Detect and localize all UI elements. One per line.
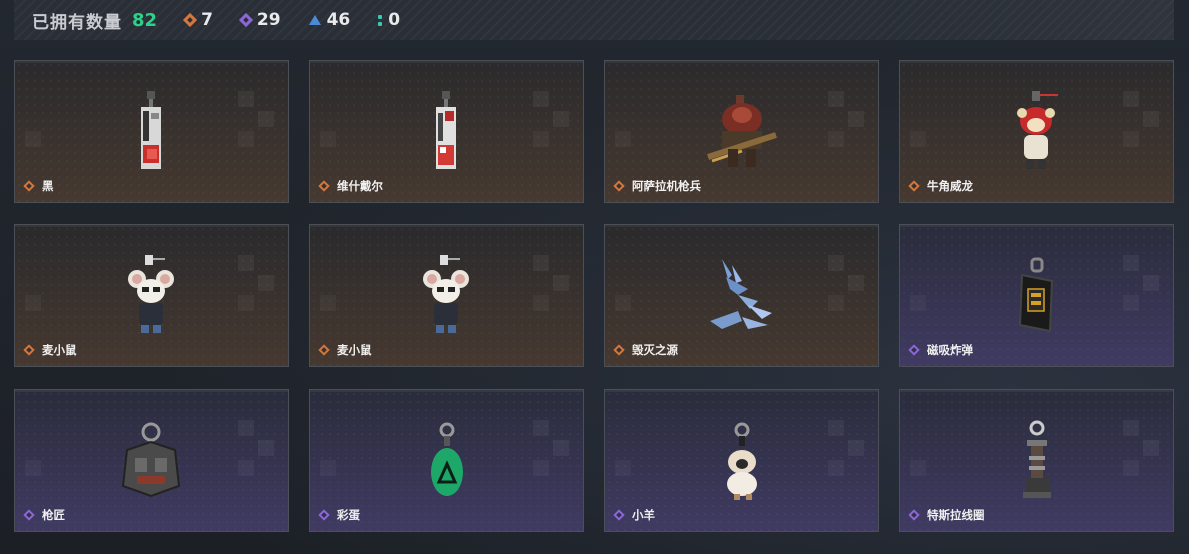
item-name: 磁吸炸弹 bbox=[927, 343, 973, 357]
orange-diamond-icon bbox=[318, 344, 330, 356]
purple-diamond-icon bbox=[318, 509, 330, 521]
owned-label: 已拥有数量 bbox=[32, 12, 122, 33]
orange-diamond-icon bbox=[613, 344, 625, 356]
purple-diamond-icon bbox=[613, 509, 625, 521]
item-card[interactable]: 小羊 bbox=[604, 389, 879, 532]
owned-count: 82 bbox=[132, 9, 158, 31]
purple-diamond-icon bbox=[908, 344, 920, 356]
item-card[interactable]: 黑 bbox=[14, 60, 289, 203]
purple-diamond-icon bbox=[23, 509, 35, 521]
item-name: 牛角威龙 bbox=[927, 179, 973, 193]
tesla-coil-keychain-icon bbox=[1022, 420, 1051, 498]
orange-diamond-icon bbox=[23, 180, 35, 192]
item-card[interactable]: 枪匠 bbox=[14, 389, 289, 532]
item-card[interactable]: 麦小鼠 bbox=[14, 224, 289, 367]
item-name: 毁灭之源 bbox=[632, 343, 678, 357]
crystal-dragon-icon bbox=[709, 259, 772, 329]
item-name: 阿萨拉机枪兵 bbox=[632, 179, 701, 193]
item-name: 彩蛋 bbox=[337, 508, 360, 522]
item-name: 小羊 bbox=[632, 508, 655, 522]
item-name: 维什戴尔 bbox=[337, 179, 383, 193]
card-pendant-icon bbox=[435, 91, 456, 169]
purple-diamond-icon bbox=[908, 509, 920, 521]
item-name: 麦小鼠 bbox=[42, 343, 77, 357]
item-card[interactable]: 毁灭之源 bbox=[604, 224, 879, 367]
item-card[interactable]: 阿萨拉机枪兵 bbox=[604, 60, 879, 203]
item-name: 枪匠 bbox=[42, 508, 65, 522]
armor-keychain-icon bbox=[121, 422, 180, 498]
stat-purple-value: 29 bbox=[256, 10, 281, 30]
item-card[interactable]: 彩蛋 bbox=[309, 389, 584, 532]
stat-teal-value: 0 bbox=[388, 10, 401, 30]
egg-keychain-icon bbox=[430, 422, 463, 496]
sheep-keychain-icon bbox=[726, 422, 757, 500]
owned-summary-bar: 已拥有数量 82 7 29 46 0 bbox=[14, 0, 1174, 40]
orange-diamond-icon bbox=[23, 344, 35, 356]
card-pendant-icon bbox=[140, 91, 161, 169]
item-name: 特斯拉线圈 bbox=[927, 508, 985, 522]
purple-diamond-icon bbox=[238, 12, 253, 28]
gunner-figure-icon bbox=[706, 95, 777, 167]
bomb-keychain-icon bbox=[1018, 257, 1053, 333]
item-card[interactable]: 牛角威龙 bbox=[899, 60, 1174, 203]
orange-diamond-icon bbox=[182, 12, 198, 28]
stat-purple: 29 bbox=[238, 10, 281, 30]
stat-teal: 0 bbox=[378, 10, 400, 30]
item-name: 黑 bbox=[42, 179, 54, 193]
stat-blue-value: 46 bbox=[326, 10, 351, 30]
orange-diamond-icon bbox=[908, 180, 920, 192]
orange-diamond-icon bbox=[318, 180, 330, 192]
mouse-figure-icon bbox=[127, 255, 174, 333]
item-card[interactable]: 麦小鼠 bbox=[309, 224, 584, 367]
stat-blue: 46 bbox=[308, 10, 351, 30]
item-name: 麦小鼠 bbox=[337, 343, 372, 357]
blue-triangle-icon bbox=[308, 15, 321, 25]
stat-orange-value: 7 bbox=[201, 10, 213, 30]
item-card[interactable]: 维什戴尔 bbox=[309, 60, 584, 203]
stat-orange: 7 bbox=[182, 10, 213, 30]
orange-diamond-icon bbox=[613, 180, 625, 192]
dragon-mascot-icon bbox=[1016, 91, 1058, 169]
teal-dots-icon bbox=[378, 14, 383, 26]
mouse-figure-icon bbox=[422, 255, 469, 333]
item-card[interactable]: 特斯拉线圈 bbox=[899, 389, 1174, 532]
item-card[interactable]: 磁吸炸弹 bbox=[899, 224, 1174, 367]
